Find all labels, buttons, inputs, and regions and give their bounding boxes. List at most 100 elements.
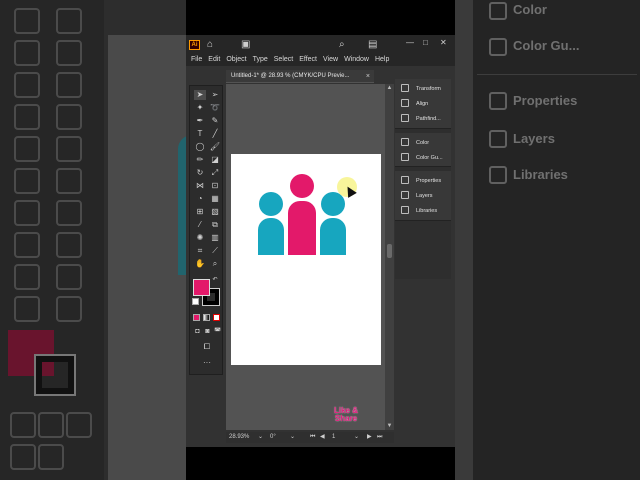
artboard-dropdown-icon[interactable]: ⌄ [354,432,359,443]
menu-effect[interactable]: Effect [296,55,320,65]
gradient-mode-icon[interactable] [203,314,210,321]
eyedropper-tool-icon[interactable]: ⁄ [194,220,206,230]
panel-color[interactable]: Color [395,136,451,150]
color-guide-icon [401,153,409,161]
gradient-tool-icon[interactable]: ▧ [209,207,221,217]
panel-align[interactable]: Align [395,97,451,111]
menu-edit[interactable]: Edit [205,55,223,65]
rotation-dropdown-icon[interactable]: ⌄ [290,432,295,443]
column-graph-tool-icon[interactable]: ▥ [209,233,221,243]
screen-mode-icon[interactable]: ⧠ [201,342,213,352]
menu-type[interactable]: Type [250,55,271,65]
document-tab[interactable]: Untitled-1* @ 28.93 % (CMYK/CPU Previe..… [226,70,374,83]
scale-tool-icon[interactable]: ⤢ [209,168,221,178]
menu-view[interactable]: View [320,55,341,65]
shaper-tool-icon[interactable]: ✏ [194,155,206,165]
middle-person-body[interactable] [288,201,316,255]
search-icon[interactable]: ⌕ [339,39,345,51]
rotation-value[interactable]: 0° [270,432,276,443]
next-artboard-icon[interactable]: ▶ [367,432,372,443]
direct-selection-tool-icon[interactable]: ➢ [209,90,221,100]
panel-properties[interactable]: Properties [395,174,451,188]
menu-window[interactable]: Window [341,55,372,65]
home-icon[interactable]: ⌂ [207,39,213,51]
scroll-down-icon[interactable]: ▼ [385,423,394,429]
bg-tool-icon [14,72,40,98]
draw-behind-icon[interactable]: ◙ [203,327,212,337]
menu-file[interactable]: File [188,55,205,65]
tab-close-icon[interactable]: × [366,70,370,83]
menu-help[interactable]: Help [372,55,392,65]
bg-tool-icon [56,72,82,98]
blend-tool-icon[interactable]: ⧉ [209,220,221,230]
canvas-area[interactable]: Like & Share [226,84,394,430]
panel-libraries[interactable]: Libraries [395,204,451,218]
draw-normal-icon[interactable]: ◘ [193,327,202,337]
vertical-scrollbar[interactable]: ▲ ▼ [385,84,394,430]
close-button[interactable]: ✕ [440,38,447,48]
edit-toolbar-icon[interactable]: ··· [201,358,213,368]
menu-select[interactable]: Select [271,55,296,65]
curvature-tool-icon[interactable]: ✎ [209,116,221,126]
left-person-body[interactable] [258,218,284,255]
scroll-up-icon[interactable]: ▲ [385,85,394,91]
properties-icon [401,176,409,184]
default-colors-icon[interactable] [192,298,199,305]
rotate-tool-icon[interactable]: ↻ [194,168,206,178]
hand-tool-icon[interactable]: ✋ [194,259,206,269]
perspective-grid-tool-icon[interactable]: ▦ [209,194,221,204]
left-person-head[interactable] [259,192,283,216]
minimize-button[interactable]: — [406,38,414,48]
last-artboard-icon[interactable]: ⏭ [377,432,382,443]
free-transform-tool-icon[interactable]: ⊡ [209,181,221,191]
slice-tool-icon[interactable]: ⟋ [209,246,221,256]
arrange-documents-icon[interactable]: ▣ [241,39,250,51]
width-tool-icon[interactable]: ⋈ [194,181,206,191]
transform-icon [401,84,409,92]
ellipse-tool-icon[interactable]: ◯ [194,142,206,152]
previous-artboard-icon[interactable]: ◀ [320,432,325,443]
mesh-tool-icon[interactable]: ⊞ [194,207,206,217]
panel-layers[interactable]: Layers [395,189,451,203]
swap-colors-icon[interactable]: ↶ [211,275,219,285]
shape-builder-tool-icon[interactable]: ◔ [194,194,206,204]
artboard-number[interactable]: 1 [332,432,335,443]
artboard[interactable] [231,154,381,365]
artboard-tool-icon[interactable]: ⌗ [194,246,206,256]
right-person-body[interactable] [320,218,346,255]
zoom-dropdown-icon[interactable]: ⌄ [258,432,263,443]
bg-tool-icon [56,232,82,258]
workspace-switcher-icon[interactable]: ▤ [368,39,377,51]
middle-person-head[interactable] [290,174,314,198]
menu-object[interactable]: Object [223,55,249,65]
panel-transform[interactable]: Transform [395,82,451,96]
pen-tool-icon[interactable]: ✒ [194,116,206,126]
panel-label: Libraries [416,208,438,214]
bg-tool-icon [56,104,82,130]
first-artboard-icon[interactable]: ⏮ [310,432,315,443]
draw-inside-icon[interactable]: ◚ [213,327,222,337]
zoom-tool-icon[interactable]: ⌕ [209,259,221,269]
scroll-thumb[interactable] [387,244,392,258]
eraser-tool-icon[interactable]: ◪ [209,155,221,165]
color-mode-icon[interactable] [193,314,200,321]
maximize-button[interactable]: □ [423,38,428,48]
panel-pathfinder[interactable]: Pathfind... [395,112,451,126]
panel-label: Color [416,140,430,146]
magic-wand-tool-icon[interactable]: ✦ [194,103,206,113]
selection-tool-icon[interactable]: ➤ [194,90,206,100]
background-right: Color Color Gu... Properties Layers Libr… [455,0,640,480]
lasso-tool-icon[interactable]: ➰ [209,103,221,113]
color-icon [401,138,409,146]
paintbrush-tool-icon[interactable]: 🖌 [209,142,221,152]
panel-group-transform: Transform Align Pathfind... [395,79,451,129]
line-tool-icon[interactable]: ╱ [209,129,221,139]
none-mode-icon[interactable] [213,314,220,321]
zoom-level[interactable]: 28.93% [229,432,249,443]
panel-color-guide[interactable]: Color Gu... [395,151,451,165]
symbol-sprayer-tool-icon[interactable]: ✺ [194,233,206,243]
fill-color-swatch[interactable] [193,279,210,296]
type-tool-icon[interactable]: T [194,129,206,139]
bg-panel-label: Color [513,2,547,17]
bg-tool-icon [14,232,40,258]
